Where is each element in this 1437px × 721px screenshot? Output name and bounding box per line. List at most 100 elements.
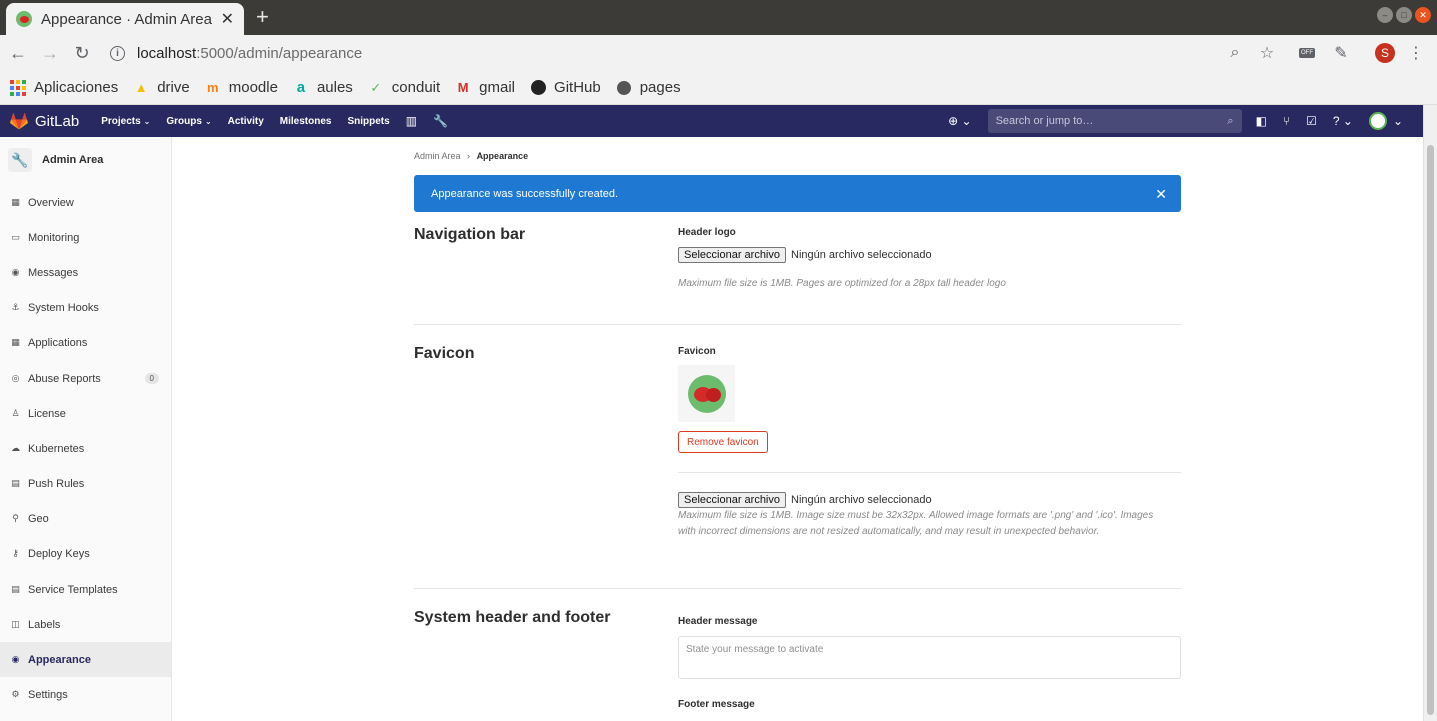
todos-icon[interactable]: ☑: [1306, 114, 1317, 128]
bookmark-pages[interactable]: pages: [616, 79, 681, 96]
sidebar-item-push-rules[interactable]: ▤ Push Rules: [0, 466, 171, 501]
close-tab-icon[interactable]: ✕: [221, 9, 234, 29]
sidebar-item-messages[interactable]: ◉ Messages: [0, 255, 171, 290]
bookmark-gmail[interactable]: M gmail: [455, 79, 515, 96]
browser-tab-strip: Appearance · Admin Area ✕ + – □ ✕: [0, 0, 1437, 35]
apps-icon: ▦: [11, 337, 20, 347]
tomato-favicon-icon: [687, 374, 726, 413]
nav-snippets[interactable]: Snippets: [347, 116, 389, 127]
divider: [414, 588, 1181, 589]
gitlab-logo-icon: [10, 112, 28, 129]
favicon-help: Maximum file size is 1MB. Image size mus…: [678, 510, 1154, 537]
header-message-textarea[interactable]: State your message to activate: [678, 636, 1181, 679]
cloud-icon: ☁: [11, 443, 20, 453]
reload-icon[interactable]: ↻: [70, 35, 94, 71]
sidebar-item-kubernetes[interactable]: ☁ Kubernetes: [0, 431, 171, 466]
user-avatar[interactable]: [1368, 112, 1387, 130]
sidebar-item-labels[interactable]: ◫ Labels: [0, 607, 171, 642]
sidebar-item-abuse-reports[interactable]: ◎ Abuse Reports 0: [0, 361, 171, 396]
header-logo-label: Header logo: [678, 227, 736, 238]
header-logo-choose-button[interactable]: Seleccionar archivo: [678, 247, 786, 263]
nav-activity[interactable]: Activity: [228, 116, 264, 127]
merge-requests-icon[interactable]: ⑂: [1283, 114, 1290, 128]
sidebar-item-applications[interactable]: ▦ Applications: [0, 325, 171, 360]
gmail-icon: M: [457, 80, 469, 95]
favicon-choose-button[interactable]: Seleccionar archivo: [678, 492, 786, 508]
sidebar-item-settings[interactable]: ⚙ Settings: [0, 677, 171, 712]
chevron-down-icon: ⌄: [204, 116, 212, 126]
gitlab-home-link[interactable]: GitLab: [10, 113, 79, 130]
sidebar-header[interactable]: 🔧 Admin Area: [0, 137, 171, 183]
favicon-file-input[interactable]: Seleccionar archivo Ningún archivo selec…: [678, 492, 932, 508]
bookmark-github[interactable]: GitHub: [530, 79, 601, 96]
sidebar-item-license[interactable]: ♙ License: [0, 396, 171, 431]
nav-projects[interactable]: Projects ⌄: [101, 116, 150, 127]
aules-icon: a: [296, 79, 306, 96]
zoom-icon[interactable]: ⌕: [1224, 35, 1246, 71]
tab-title: Appearance · Admin Area: [41, 10, 212, 28]
rules-icon: ▤: [11, 478, 20, 488]
sidebar-item-system-hooks[interactable]: ⚓ System Hooks: [0, 290, 171, 325]
new-tab-icon[interactable]: +: [256, 4, 269, 30]
forward-icon[interactable]: →: [38, 35, 62, 71]
chart-icon[interactable]: ▥: [406, 114, 417, 128]
browser-menu-icon[interactable]: ⋮: [1406, 35, 1426, 71]
close-window-icon[interactable]: ✕: [1415, 7, 1431, 23]
admin-wrench-icon[interactable]: 🔧: [433, 114, 448, 128]
nav-milestones[interactable]: Milestones: [280, 116, 332, 127]
sidebar-item-overview[interactable]: ▦ Overview: [0, 185, 171, 220]
browser-tab[interactable]: Appearance · Admin Area ✕: [6, 3, 244, 35]
nav-groups[interactable]: Groups ⌄: [166, 116, 211, 127]
license-icon: ♙: [11, 408, 20, 418]
new-dropdown-icon[interactable]: ⊕ ⌄: [948, 114, 971, 128]
address-bar[interactable]: i localhost:5000/admin/appearance: [110, 43, 362, 63]
bookmarks-bar: Aplicaciones ▲ drive m moodle a aules ✓ …: [0, 71, 1437, 105]
issues-icon[interactable]: ◧: [1256, 114, 1267, 128]
divider: [414, 324, 1181, 325]
favicon-label: Favicon: [678, 346, 716, 357]
abuse-count-badge: 0: [144, 373, 159, 384]
gitlab-brand: GitLab: [35, 112, 80, 130]
footer-message-label: Footer message: [678, 699, 755, 710]
sidebar-title: Admin Area: [42, 154, 104, 166]
url-host: localhost: [137, 44, 197, 62]
search-input[interactable]: Search or jump to… ⌕: [987, 109, 1242, 133]
bookmark-drive[interactable]: ▲ drive: [133, 79, 190, 96]
maximize-icon[interactable]: □: [1396, 7, 1412, 23]
section-title-navigation: Navigation bar: [414, 226, 526, 243]
sidebar-item-deploy-keys[interactable]: ⚷ Deploy Keys: [0, 536, 171, 571]
admin-sidebar: 🔧 Admin Area ▦ Overview ▭ Monitoring ◉ Mess…: [0, 137, 172, 721]
sidebar-item-service-templates[interactable]: ▤ Service Templates: [0, 572, 171, 607]
breadcrumb-parent[interactable]: Admin Area: [414, 151, 461, 161]
help-icon[interactable]: ? ⌄: [1333, 114, 1353, 128]
bookmark-aplicaciones[interactable]: Aplicaciones: [10, 79, 118, 96]
remove-favicon-button[interactable]: Remove favicon: [678, 431, 768, 453]
close-alert-icon[interactable]: ✕: [1155, 186, 1167, 203]
extension-off-icon[interactable]: OFF: [1296, 35, 1318, 71]
sidebar-item-monitoring[interactable]: ▭ Monitoring: [0, 220, 171, 255]
success-alert: Appearance was successfully created. ✕: [414, 175, 1181, 212]
alert-message: Appearance was successfully created.: [431, 187, 619, 200]
back-icon[interactable]: ←: [6, 35, 30, 71]
conduit-icon: ✓: [370, 79, 382, 95]
wrench-icon: 🔧: [8, 148, 32, 172]
bookmark-star-icon[interactable]: ☆: [1256, 35, 1278, 71]
bookmark-conduit[interactable]: ✓ conduit: [368, 79, 440, 96]
hook-icon: ⚓: [11, 302, 20, 312]
header-logo-file-status: Ningún archivo seleccionado: [791, 249, 932, 261]
eyedropper-icon[interactable]: ✎: [1330, 35, 1352, 71]
minimize-icon[interactable]: –: [1377, 7, 1393, 23]
profile-avatar[interactable]: S: [1374, 35, 1396, 71]
sidebar-item-appearance[interactable]: ◉ Appearance: [0, 642, 171, 677]
bookmark-aules[interactable]: a aules: [293, 79, 353, 96]
label-icon: ◫: [11, 619, 20, 629]
info-icon[interactable]: i: [110, 45, 125, 61]
bookmark-moodle[interactable]: m moodle: [205, 79, 278, 96]
page-scrollbar[interactable]: [1423, 105, 1437, 721]
sidebar-item-geo[interactable]: ⚲ Geo: [0, 501, 171, 536]
chevron-down-icon[interactable]: ⌄: [1393, 114, 1403, 128]
chevron-down-icon: ⌄: [143, 116, 151, 126]
header-logo-file-input[interactable]: Seleccionar archivo Ningún archivo selec…: [678, 247, 932, 263]
moodle-icon: m: [206, 80, 219, 95]
window-controls: – □ ✕: [1377, 7, 1431, 23]
